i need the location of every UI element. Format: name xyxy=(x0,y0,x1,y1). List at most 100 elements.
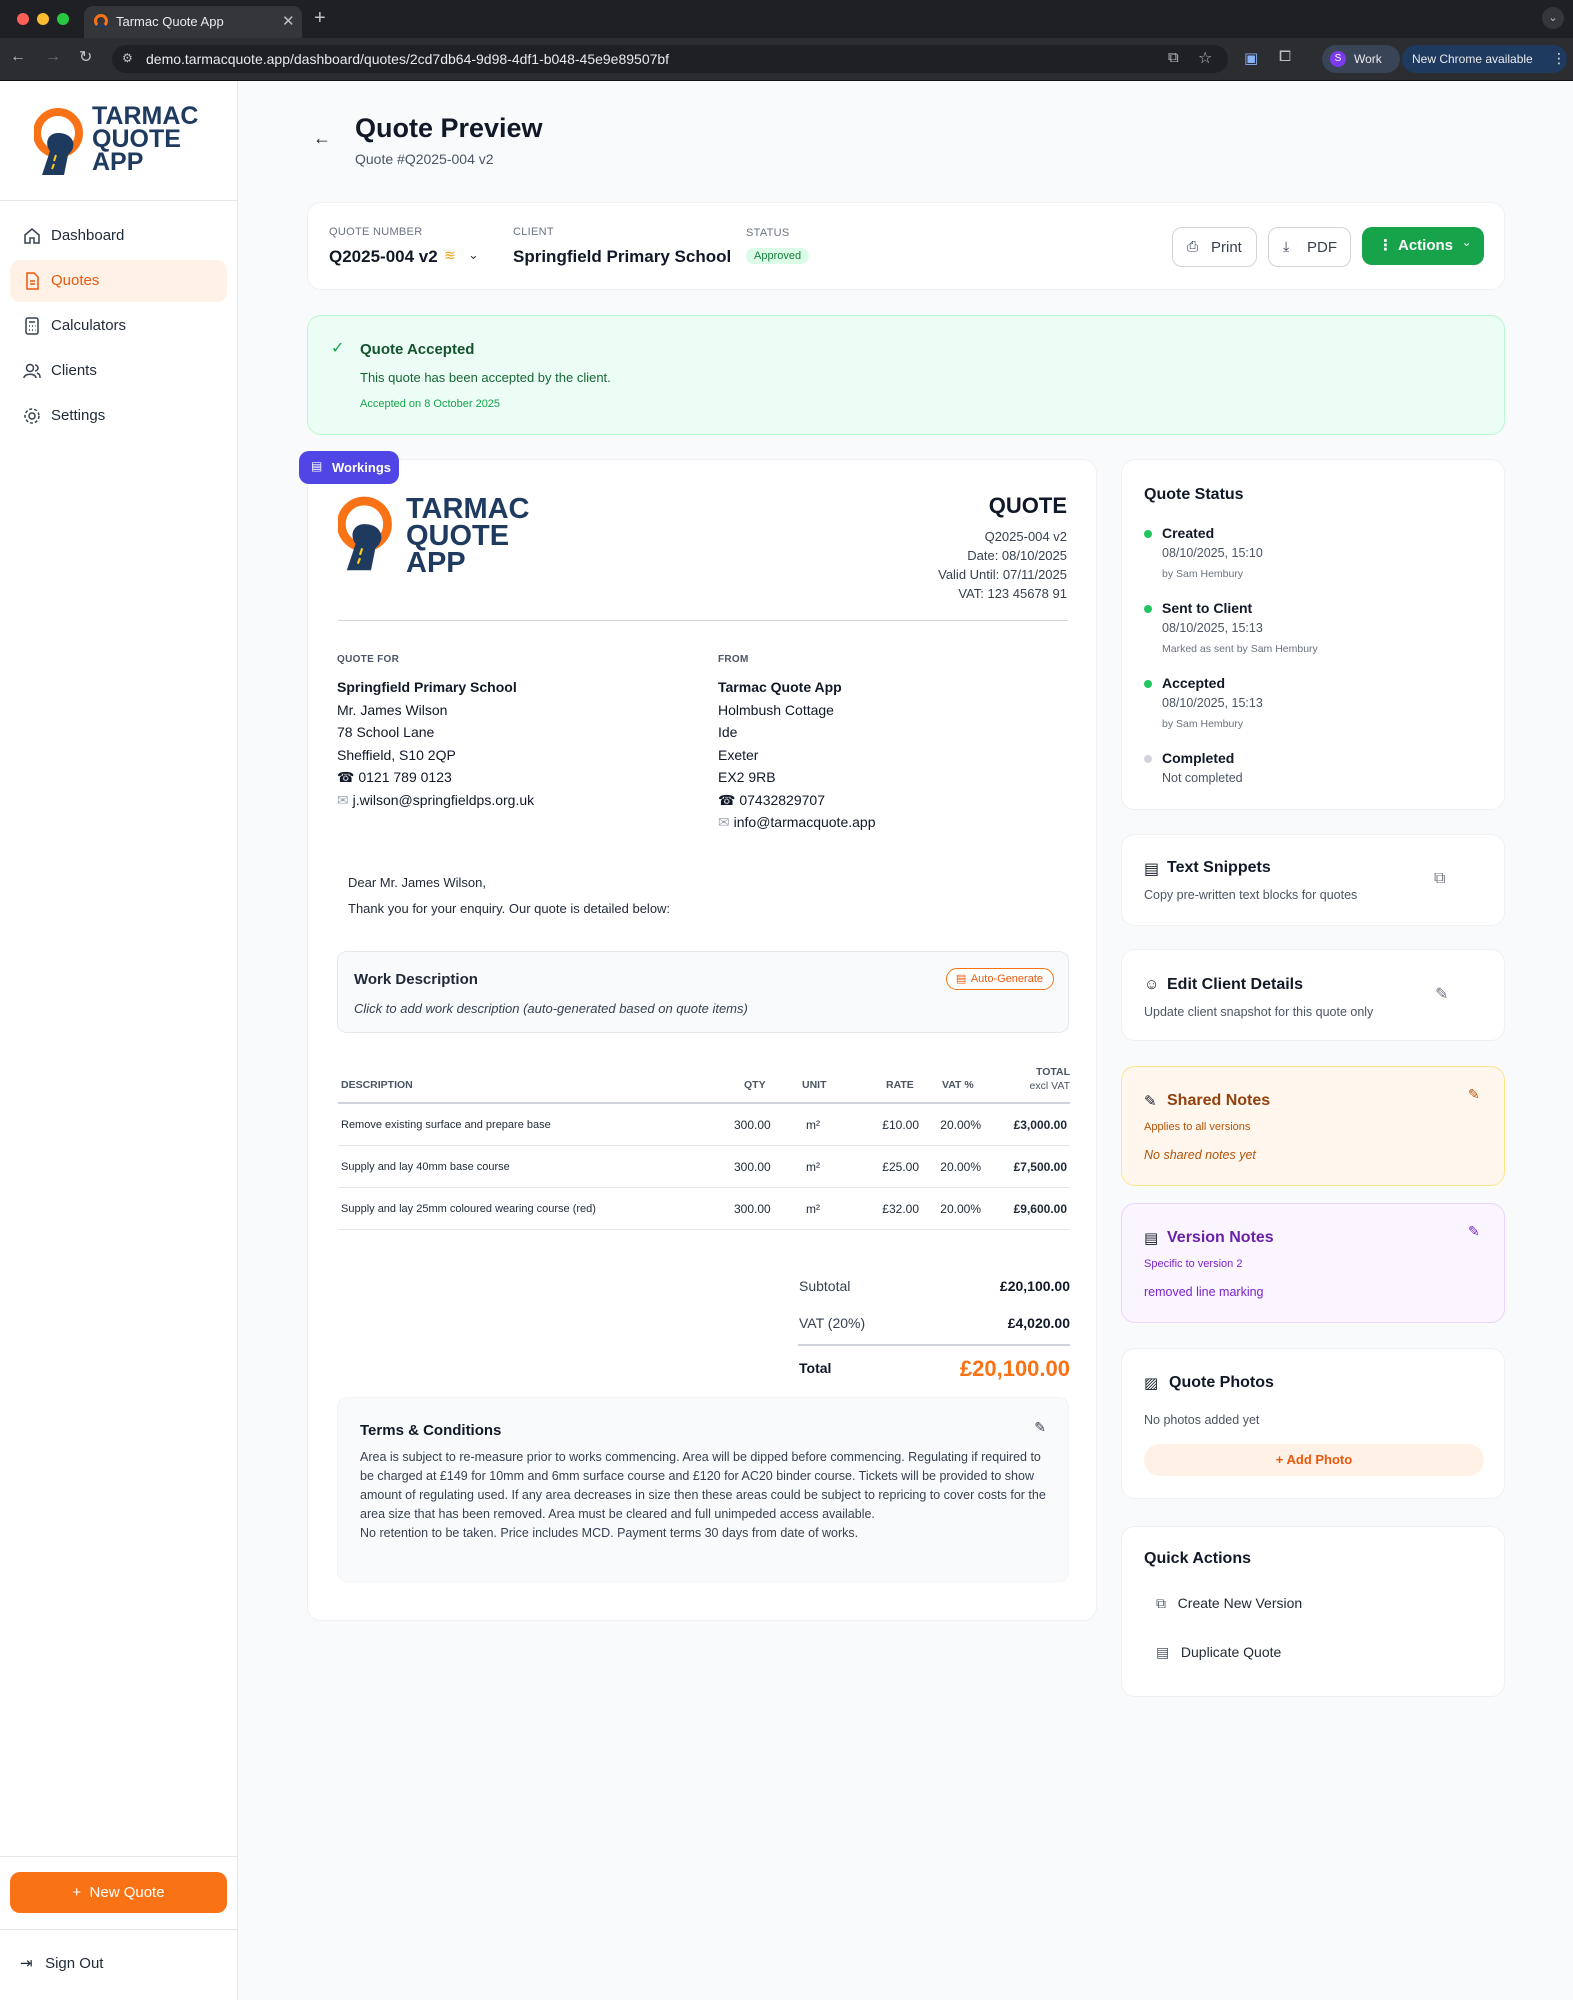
item-total: £3,000.00 xyxy=(1013,1118,1067,1132)
status-step-time: 08/10/2025, 15:10 xyxy=(1162,546,1263,560)
layers-icon: ≋ xyxy=(444,247,456,263)
quote-status-title: Quote Status xyxy=(1144,486,1244,503)
edit-icon[interactable]: ✎ xyxy=(1468,1223,1480,1240)
client-phone: 0121 789 0123 xyxy=(358,769,452,785)
pdf-button[interactable]: ⤓ PDF xyxy=(1268,227,1351,267)
item-qty: 300.00 xyxy=(734,1118,771,1132)
puzzle-extensions-icon[interactable]: ⧠ xyxy=(1279,48,1291,65)
close-tab-icon[interactable]: ✕ xyxy=(282,12,295,30)
back-icon[interactable]: ← xyxy=(10,48,26,66)
close-window-button[interactable] xyxy=(17,13,29,25)
logo-icon xyxy=(34,108,83,175)
add-photo-label: Add Photo xyxy=(1286,1452,1353,1467)
copy-icon[interactable]: ⧉ xyxy=(1434,870,1445,888)
brand-line-2: QUOTE xyxy=(406,520,510,552)
check-icon: ✓ xyxy=(331,340,345,357)
profile-chip[interactable]: S Work xyxy=(1322,45,1400,73)
tab-search-icon[interactable]: ⌄ xyxy=(1542,7,1564,29)
text-snippets-card[interactable]: ▤ Text Snippets Copy pre-written text bl… xyxy=(1121,834,1505,926)
status-step-time: Not completed xyxy=(1162,771,1243,785)
item-unit: m² xyxy=(806,1118,820,1132)
status-step-label: Accepted xyxy=(1162,675,1226,691)
company-name: Tarmac Quote App xyxy=(718,679,842,695)
edit-icon[interactable]: ✎ xyxy=(1468,1086,1480,1103)
table-row: Supply and lay 25mm coloured wearing cou… xyxy=(338,1188,1070,1230)
shared-notes-title: Shared Notes xyxy=(1167,1092,1271,1109)
snippets-title: Text Snippets xyxy=(1167,859,1271,876)
new-tab-icon[interactable]: + xyxy=(314,7,326,30)
reload-icon[interactable]: ↻ xyxy=(79,47,92,67)
create-version-button[interactable]: ⧉ Create New Version xyxy=(1156,1595,1302,1612)
edit-icon[interactable]: ✎ xyxy=(1034,1419,1046,1436)
printer-icon: ⎙ xyxy=(1187,238,1199,254)
workings-button[interactable]: ▤ Workings xyxy=(299,451,399,484)
site-info-icon[interactable]: ⚙ xyxy=(122,51,133,65)
version-notes-content: removed line marking xyxy=(1144,1285,1264,1299)
browser-tab[interactable]: Tarmac Quote App ✕ xyxy=(84,6,302,38)
item-vat: 20.00% xyxy=(940,1160,981,1174)
sign-out-button[interactable]: ⇥ Sign Out xyxy=(20,1954,103,1972)
chevron-down-icon[interactable]: ⌄ xyxy=(468,247,479,263)
col-total-sub: excl VAT xyxy=(1029,1080,1070,1092)
phone-icon: ☎ xyxy=(718,791,736,808)
duplicate-quote-button[interactable]: ▤ Duplicate Quote xyxy=(1156,1644,1281,1661)
status-label: STATUS xyxy=(746,227,790,239)
sidebar-item-clients[interactable]: Clients xyxy=(10,350,227,392)
vat-label: VAT (20%) xyxy=(799,1315,866,1331)
add-photo-button[interactable]: + Add Photo xyxy=(1144,1444,1484,1476)
sidebar-item-quotes[interactable]: Quotes xyxy=(10,260,227,302)
status-dot xyxy=(1144,680,1152,688)
item-rate: £32.00 xyxy=(882,1202,919,1216)
company-postcode: EX2 9RB xyxy=(718,769,776,785)
quote-number-select[interactable]: Q2025-004 v2 xyxy=(329,247,438,267)
edit-icon[interactable]: ✎ xyxy=(1435,984,1448,1004)
edit-client-card[interactable]: ☺ Edit Client Details Update client snap… xyxy=(1121,949,1505,1041)
download-icon: ⤓ xyxy=(1283,238,1290,254)
status-step-label: Sent to Client xyxy=(1162,600,1253,616)
sidebar-item-calculators[interactable]: Calculators xyxy=(10,305,227,347)
document-icon xyxy=(26,272,39,290)
auto-generate-button[interactable]: ▤ Auto-Generate xyxy=(945,968,1054,990)
phone-icon: ☎ xyxy=(337,769,355,785)
bookmark-star-icon[interactable]: ☆ xyxy=(1198,48,1212,68)
vat-number: VAT: 123 45678 91 xyxy=(958,586,1067,601)
plus-icon: + xyxy=(72,1884,82,1901)
status-step-by: by Sam Hembury xyxy=(1162,568,1244,580)
minimize-window-button[interactable] xyxy=(37,13,49,25)
item-vat: 20.00% xyxy=(940,1202,981,1216)
workings-label: Workings xyxy=(332,460,391,475)
menu-dots-icon[interactable]: ⋮ xyxy=(1552,50,1566,67)
document-icon: ▤ xyxy=(1156,1644,1170,1660)
address-bar[interactable]: ⚙ demo.tarmacquote.app/dashboard/quotes/… xyxy=(112,45,1228,73)
url-text: demo.tarmacquote.app/dashboard/quotes/2c… xyxy=(146,51,670,67)
status-step-label: Completed xyxy=(1162,750,1235,766)
terms-text: No retention to be taken. Price includes… xyxy=(360,1526,859,1540)
vat-value: £4,020.00 xyxy=(1007,1315,1070,1331)
print-button[interactable]: ⎙ Print xyxy=(1172,227,1257,267)
cast-icon[interactable]: ⧉ xyxy=(1168,49,1179,66)
quick-actions-title: Quick Actions xyxy=(1144,1550,1251,1567)
back-arrow-icon[interactable]: ← xyxy=(313,128,331,149)
forward-icon[interactable]: → xyxy=(45,48,61,66)
col-rate: RATE xyxy=(886,1079,914,1091)
actions-button[interactable]: ⋮ Actions ⌄ xyxy=(1362,227,1484,265)
quick-actions-card: Quick Actions ⧉ Create New Version ▤ Dup… xyxy=(1121,1526,1505,1697)
from-label: FROM xyxy=(718,654,749,665)
sidebar-item-label: Quotes xyxy=(51,272,100,289)
home-icon xyxy=(24,228,40,244)
brand-line-3: APP xyxy=(406,547,466,579)
clipboard-icon: ▤ xyxy=(311,459,323,473)
sidebar-item-settings[interactable]: Settings xyxy=(10,395,227,437)
work-description-box[interactable]: Work Description Click to add work descr… xyxy=(337,951,1069,1033)
extension-icon[interactable]: ▣ xyxy=(1244,49,1258,67)
maximize-window-button[interactable] xyxy=(57,13,69,25)
new-quote-button[interactable]: + New Quote xyxy=(10,1872,227,1913)
version-notes-title: Version Notes xyxy=(1167,1229,1274,1246)
col-qty: QTY xyxy=(744,1079,766,1091)
person-emoji-icon: ☺ xyxy=(1144,976,1160,993)
brand-logo[interactable]: TARMAC QUOTE APP xyxy=(34,103,206,183)
sidebar-item-dashboard[interactable]: Dashboard xyxy=(10,215,227,257)
chrome-update-button[interactable]: New Chrome available ⋮ xyxy=(1402,45,1567,73)
status-dot xyxy=(1144,755,1152,763)
client-address-2: Sheffield, S10 2QP xyxy=(337,746,456,763)
